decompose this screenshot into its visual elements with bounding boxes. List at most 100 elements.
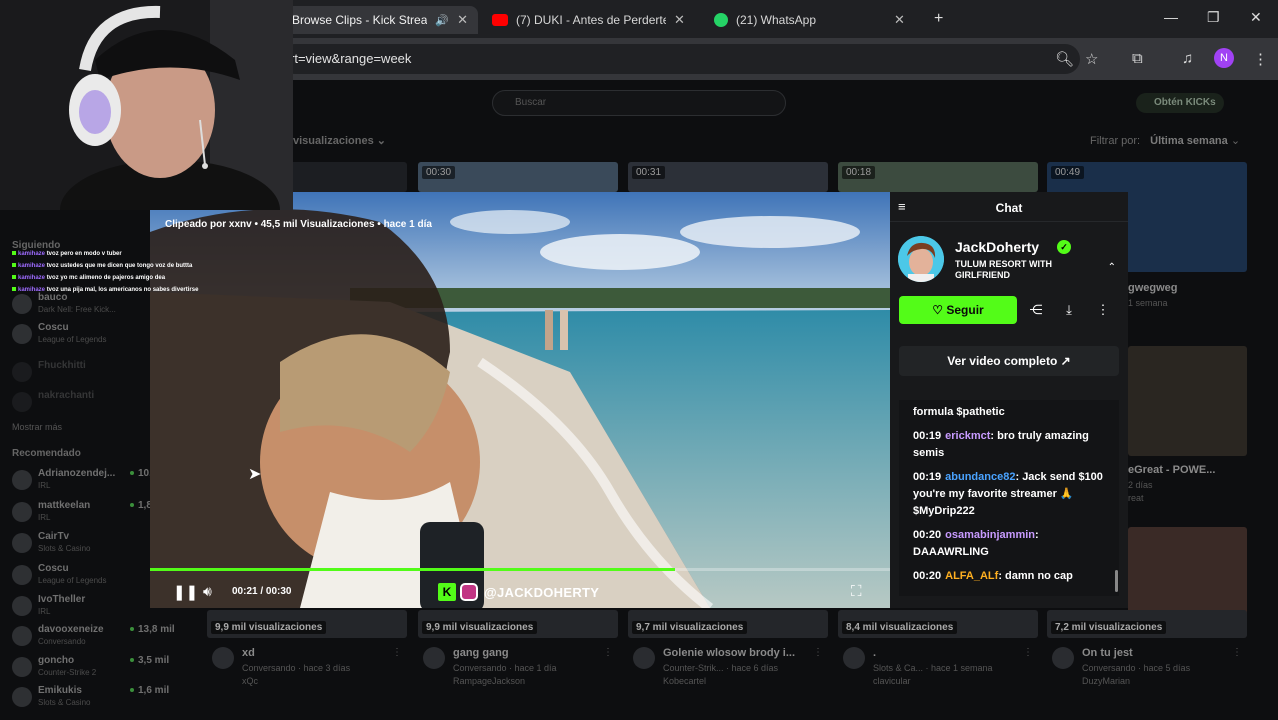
views-badge: 9,7 mil visualizaciones bbox=[632, 621, 748, 634]
sidebar-channel[interactable]: IvoTheller IRL bbox=[12, 594, 172, 622]
clip-meta: Conversando · hace 3 días bbox=[242, 663, 351, 673]
views-badge: 8,4 mil visualizaciones bbox=[842, 621, 958, 634]
more-options-icon[interactable]: ⋮ bbox=[392, 647, 402, 658]
sidebar-channel[interactable]: Emikukis Slots & Casino 1,6 mil bbox=[12, 685, 172, 713]
close-tab-icon[interactable]: ✕ bbox=[457, 12, 468, 28]
chat-message: 00:19 erickmct: bro truly amazing semis bbox=[913, 430, 1089, 459]
clip-meta: Clipeado por xxnv • 45,5 mil Visualizaci… bbox=[165, 219, 432, 230]
views-badge: 9,9 mil visualizaciones bbox=[211, 621, 327, 634]
overlay-chat-user: kamihaze bbox=[18, 275, 46, 281]
clip-thumbnail[interactable] bbox=[1128, 346, 1247, 456]
sort-dropdown[interactable]: visualizaciones ⌄ bbox=[293, 134, 386, 147]
sidebar-channel[interactable]: CairTv Slots & Casino bbox=[12, 531, 172, 559]
search-input[interactable]: Buscar bbox=[492, 90, 786, 116]
more-options-icon[interactable]: ⋮ bbox=[813, 647, 823, 658]
streamer-name[interactable]: JackDoherty bbox=[955, 239, 1039, 255]
message-user[interactable]: osamabinjammin bbox=[945, 529, 1035, 541]
share-icon[interactable]: ⋲ bbox=[1022, 296, 1050, 324]
sidebar-channel[interactable]: bauco Dark Nell: Free Kick... bbox=[12, 292, 172, 320]
sidebar-channel[interactable]: goncho Counter-Strike 2 3,5 mil bbox=[12, 655, 172, 683]
clip-thumbnail[interactable]: 7,2 mil visualizaciones bbox=[1047, 610, 1247, 638]
clip-title: . bbox=[873, 647, 877, 659]
clip-thumbnail[interactable]: 9,9 mil visualizaciones bbox=[207, 610, 407, 638]
close-tab-icon[interactable]: ✕ bbox=[674, 12, 685, 28]
avatar bbox=[1052, 647, 1074, 669]
clip-thumbnail[interactable]: 8,4 mil visualizaciones bbox=[838, 610, 1038, 638]
minimize-button[interactable]: — bbox=[1164, 9, 1178, 25]
bookmark-star-icon[interactable]: ☆ bbox=[1085, 50, 1098, 68]
clip-user: clavicular bbox=[873, 676, 911, 686]
tab-whatsapp[interactable]: (21) WhatsApp ✕ bbox=[704, 6, 924, 34]
sidebar-channel[interactable]: nakrachanti bbox=[12, 390, 172, 418]
chat-title: Chat bbox=[995, 201, 1023, 215]
more-options-icon[interactable]: ⋮ bbox=[1232, 647, 1242, 658]
media-control-icon[interactable]: ♫ bbox=[1182, 50, 1193, 67]
clip-user: RampageJackson bbox=[453, 676, 526, 686]
overlay-chat-user: kamihaze bbox=[18, 287, 46, 293]
more-options-icon[interactable]: ⋮ bbox=[603, 647, 613, 658]
message-user[interactable]: abundance82 bbox=[945, 471, 1015, 483]
streamer-avatar[interactable] bbox=[898, 236, 944, 282]
sidebar-channel[interactable]: Coscu League of Legends bbox=[12, 563, 172, 591]
clip-meta: Slots & Ca... · hace 1 semana bbox=[873, 663, 993, 673]
message-user[interactable]: erickmct bbox=[945, 430, 990, 442]
extensions-icon[interactable]: ⧉ bbox=[1132, 50, 1143, 67]
tab-title: (7) DUKI - Antes de Perderte (V bbox=[516, 13, 666, 27]
get-kicks-button[interactable]: Obtén KICKs bbox=[1136, 93, 1224, 113]
clip-thumbnail[interactable]: 00:30 bbox=[418, 162, 618, 192]
channel-name: goncho bbox=[38, 655, 75, 666]
menu-kebab-icon[interactable]: ⋮ bbox=[1253, 50, 1268, 68]
maximize-button[interactable]: ❐ bbox=[1207, 9, 1220, 26]
fullscreen-icon[interactable]: ⛶ bbox=[851, 583, 862, 600]
sidebar-channel[interactable]: Coscu League of Legends bbox=[12, 322, 172, 350]
sidebar-channel[interactable]: Fhuckhitti bbox=[12, 360, 172, 388]
zoom-icon[interactable]: 🔍︎ bbox=[1055, 50, 1074, 68]
follow-button[interactable]: ♡ Seguir bbox=[899, 296, 1017, 324]
channel-category: IRL bbox=[38, 513, 51, 522]
channel-watermark: K @JACKDOHERTY bbox=[438, 582, 599, 602]
channel-category: League of Legends bbox=[38, 335, 107, 344]
chat-message: 00:19 abundance82: Jack send $100 you're … bbox=[913, 471, 1103, 517]
mouse-cursor: ➤ bbox=[248, 466, 262, 483]
download-icon[interactable]: ⤓ bbox=[1055, 296, 1083, 324]
tab-browse-clips[interactable]: Browse Clips - Kick Streaming 🔊 ✕ bbox=[282, 6, 478, 34]
sidebar: Siguiendo bauco Dark Nell: Free Kick... … bbox=[0, 236, 175, 720]
close-tab-icon[interactable]: ✕ bbox=[894, 12, 905, 28]
sidebar-channel[interactable]: mattkeelan IRL 1,8 bbox=[12, 500, 172, 528]
new-tab-button[interactable]: + bbox=[934, 10, 943, 28]
clip-user: xQc bbox=[242, 676, 259, 686]
speaker-icon[interactable]: 🔊 bbox=[435, 14, 449, 27]
more-options-icon[interactable]: ⋮ bbox=[1089, 296, 1117, 324]
pause-icon[interactable]: ❚❚ bbox=[173, 583, 198, 601]
close-window-button[interactable]: ✕ bbox=[1250, 9, 1262, 26]
chevron-up-icon[interactable]: ⌃ bbox=[1108, 262, 1116, 273]
avatar bbox=[633, 647, 655, 669]
sidebar-channel[interactable]: Adrianozendej... IRL 10,6 bbox=[12, 468, 172, 496]
clip-thumbnail[interactable]: 00:18 bbox=[838, 162, 1038, 192]
sidebar-channel[interactable]: davooxeneize Conversando 13,8 mil bbox=[12, 624, 175, 652]
video-frame bbox=[150, 192, 890, 608]
filter-control[interactable]: Filtrar por: Última semana ⌄ bbox=[1090, 134, 1240, 147]
streamer-info: JackDoherty ✓ TULUM RESORT WITH GIRLFRIE… bbox=[898, 236, 1122, 282]
chat-message: 00:20 osamabinjammin: DAAAWRLING bbox=[913, 529, 1039, 558]
profile-avatar[interactable]: N bbox=[1214, 48, 1234, 68]
heart-icon: ♡ bbox=[932, 303, 944, 317]
whatsapp-icon bbox=[714, 13, 728, 27]
chat-scrollbar[interactable] bbox=[1115, 570, 1118, 592]
overlay-chat-line: kamihaze tvoz una pija mal, los american… bbox=[12, 284, 198, 296]
progress-bar[interactable] bbox=[150, 568, 890, 571]
clip-thumbnail[interactable]: 9,7 mil visualizaciones bbox=[628, 610, 828, 638]
volume-icon[interactable]: 🔊︎ bbox=[203, 583, 212, 600]
tab-duki[interactable]: (7) DUKI - Antes de Perderte (V ✕ bbox=[482, 6, 704, 34]
clip-thumbnail[interactable]: 9,9 mil visualizaciones bbox=[418, 610, 618, 638]
overlay-chat-text: tvoz pero en modo v tuber bbox=[46, 251, 122, 257]
channel-category: Conversando bbox=[38, 637, 86, 646]
watch-full-video-button[interactable]: Ver video completo ↗ bbox=[899, 346, 1119, 376]
stream-chat-overlay: kamihaze tvoz pero en modo v tuber kamih… bbox=[12, 248, 198, 296]
clip-thumbnail[interactable]: 00:31 bbox=[628, 162, 828, 192]
more-options-icon[interactable]: ⋮ bbox=[1023, 647, 1033, 658]
clip-video-player[interactable] bbox=[150, 192, 890, 608]
message-user[interactable]: ALFA_ALf bbox=[945, 570, 998, 582]
show-more-link[interactable]: Mostrar más bbox=[12, 422, 62, 432]
message-text: DAAAWRLING bbox=[913, 546, 989, 558]
